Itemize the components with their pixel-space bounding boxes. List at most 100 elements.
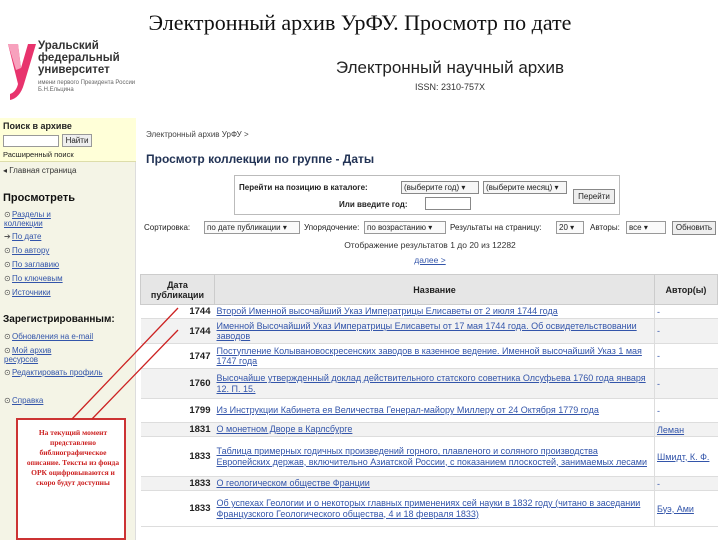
row-title-link[interactable]: Именной Высочайший Указ Императрицы Елис… [214, 318, 655, 344]
sidebar-item-by-keywords[interactable]: ⊙По ключевым [4, 274, 63, 283]
row-title-link[interactable]: Из Инструкции Кабинета ея Величества Ген… [214, 398, 655, 423]
row-date: 1833 [140, 436, 215, 477]
column-header-title[interactable]: Название [214, 274, 655, 305]
sidebar-item-by-date[interactable]: ➔По дате [4, 232, 41, 241]
order-label: Упорядочение: [304, 223, 360, 232]
row-author: - [654, 476, 718, 491]
logo-subtitle: имени первого Президента России Б.Н.Ельц… [38, 80, 136, 93]
table-row: 1833 Таблица примерных годичных произвед… [140, 436, 718, 477]
sidebar-item-label: Мой архив ресурсов [4, 346, 52, 364]
table-row: 1831 О монетном Дворе в Карлсбурге Леман [140, 422, 718, 437]
sidebar-search: Поиск в архиве Найти Расширенный поиск [0, 118, 136, 162]
row-author-link[interactable]: Буэ, Ами [654, 490, 718, 527]
row-title-link[interactable]: Об успехах Геологии и о некоторых главны… [214, 490, 655, 527]
sidebar-item-edit-profile[interactable]: ⊙Редактировать профиль [4, 368, 103, 377]
row-title-text: Второй Именной высочайший Указ Императри… [216, 306, 558, 317]
row-date: 1833 [140, 490, 215, 527]
main-content: Электронный архив УрФУ > Просмотр коллек… [140, 118, 720, 540]
home-link[interactable]: ◂ Главная страница [3, 166, 76, 175]
sidebar-item-by-author[interactable]: ⊙По автору [4, 246, 49, 255]
circle-icon: ⊙ [4, 332, 11, 341]
sidebar-item-label: По ключевым [12, 274, 63, 283]
row-title-text: О монетном Дворе в Карлсбурге [216, 424, 353, 435]
row-date: 1744 [140, 304, 215, 319]
row-title-link[interactable]: О монетном Дворе в Карлсбурге [214, 422, 655, 437]
logo-line-1: Уральский [38, 40, 99, 52]
sidebar-item-my-archive[interactable]: ⊙Мой архив ресурсов [4, 346, 74, 364]
row-author: - [654, 343, 718, 369]
sidebar-item-label: Справка [12, 396, 44, 405]
circle-icon: ⊙ [4, 274, 11, 283]
search-button[interactable]: Найти [62, 134, 92, 147]
registered-heading: Зарегистрированным: [3, 314, 115, 325]
row-title-link[interactable]: Второй Именной высочайший Указ Императри… [214, 304, 655, 319]
row-title-text: Из Инструкции Кабинета ея Величества Ген… [216, 405, 599, 416]
sidebar-item-email-updates[interactable]: ⊙Обновления на e-mail [4, 332, 93, 341]
search-heading: Поиск в архиве [3, 121, 72, 131]
annotation-note-text: На текущий момент представлено библиогра… [26, 428, 120, 487]
search-input[interactable] [3, 135, 59, 147]
slide-title: Электронный архив УрФУ. Просмотр по дате [148, 10, 572, 35]
row-author: - [654, 318, 718, 344]
circle-icon: ⊙ [4, 346, 11, 355]
row-title-text: О геологическом обществе Франции [216, 478, 370, 489]
row-title-link[interactable]: Поступление Колывановоскресенских заводо… [214, 343, 655, 369]
sidebar-item-by-title[interactable]: ⊙По заглавию [4, 260, 59, 269]
circle-icon: ⊙ [4, 260, 11, 269]
table-row: 1760 Высочайше утвержденный доклад дейст… [140, 368, 718, 399]
table-row: 1833 О геологическом обществе Франции - [140, 476, 718, 491]
circle-icon: ⊙ [4, 368, 11, 377]
month-select-value: (выберите месяц) [486, 183, 553, 192]
page-title: Просмотр коллекции по группе - Даты [146, 152, 375, 166]
sort-bar: Сортировка: по дате публикации ▾ Упорядо… [144, 221, 720, 235]
row-title-text: Таблица примерных годичных произведений … [216, 446, 647, 467]
university-logo[interactable]: Уральский федеральный университет имени … [4, 40, 144, 104]
authors-select-value: все [629, 223, 642, 232]
sidebar-item-help[interactable]: ⊙Справка [4, 396, 43, 405]
column-header-author[interactable]: Автор(ы) [654, 274, 718, 305]
table-row: 1833 Об успехах Геологии и о некоторых г… [140, 490, 718, 527]
ural-logo-icon [8, 44, 36, 100]
breadcrumb[interactable]: Электронный архив УрФУ > [146, 130, 249, 139]
row-author-link[interactable]: Шмидт, К. Ф. [654, 436, 718, 477]
column-header-date[interactable]: Дата публикации [140, 274, 215, 305]
results-table: Дата публикации Название Автор(ы) 1744 В… [140, 274, 718, 527]
authors-select[interactable]: все ▾ [626, 221, 666, 234]
logo-line-3: университет [38, 64, 110, 76]
issn: ISSN: 2310-757X [414, 82, 486, 92]
circle-icon: ⊙ [4, 288, 11, 297]
site-banner: Электронный научный архив ISSN: 2310-757… [300, 58, 600, 92]
year-select[interactable]: (выберите год) ▾ [401, 181, 479, 194]
sidebar-item-label: По дате [12, 232, 42, 241]
sidebar-item-label: Обновления на e-mail [12, 332, 94, 341]
site-name: Электронный научный архив [335, 58, 565, 77]
row-date: 1744 [140, 318, 215, 344]
jump-catalog-label: Перейти на позицию в каталоге: [239, 183, 368, 192]
jump-year-label: Или введите год: [339, 200, 408, 209]
advanced-search-link[interactable]: Расширенный поиск [3, 150, 74, 159]
home-link-label: Главная страница [9, 166, 77, 175]
table-row: 1799 Из Инструкции Кабинета ея Величеств… [140, 398, 718, 423]
sidebar-item-collections[interactable]: ⊙Разделы и коллекции [4, 210, 84, 228]
sidebar-item-sources[interactable]: ⊙Источники [4, 288, 51, 297]
perpage-select[interactable]: 20 ▾ [556, 221, 584, 234]
sidebar-item-label: По заглавию [12, 260, 60, 269]
next-page-link[interactable]: далее > [140, 255, 720, 265]
update-button[interactable]: Обновить [672, 221, 716, 235]
row-title-link[interactable]: Высочайше утвержденный доклад действител… [214, 368, 655, 399]
month-select[interactable]: (выберите месяц) ▾ [483, 181, 567, 194]
sort-select[interactable]: по дате публикации ▾ [204, 221, 300, 234]
row-title-text: Об успехах Геологии и о некоторых главны… [216, 498, 641, 519]
row-date: 1760 [140, 368, 215, 399]
row-author: - [654, 304, 718, 319]
logo-line-2: федеральный [38, 52, 120, 64]
row-title-link[interactable]: О геологическом обществе Франции [214, 476, 655, 491]
order-select[interactable]: по возрастанию ▾ [364, 221, 446, 234]
jump-form: Перейти на позицию в каталоге: (выберите… [234, 175, 620, 215]
perpage-label: Результаты на страницу: [450, 223, 542, 232]
year-input[interactable] [425, 197, 471, 210]
row-title-link[interactable]: Таблица примерных годичных произведений … [214, 436, 655, 477]
table-row: 1744 Именной Высочайший Указ Императрицы… [140, 318, 718, 344]
row-author-link[interactable]: Леман [654, 422, 718, 437]
go-button[interactable]: Перейти [573, 189, 615, 204]
